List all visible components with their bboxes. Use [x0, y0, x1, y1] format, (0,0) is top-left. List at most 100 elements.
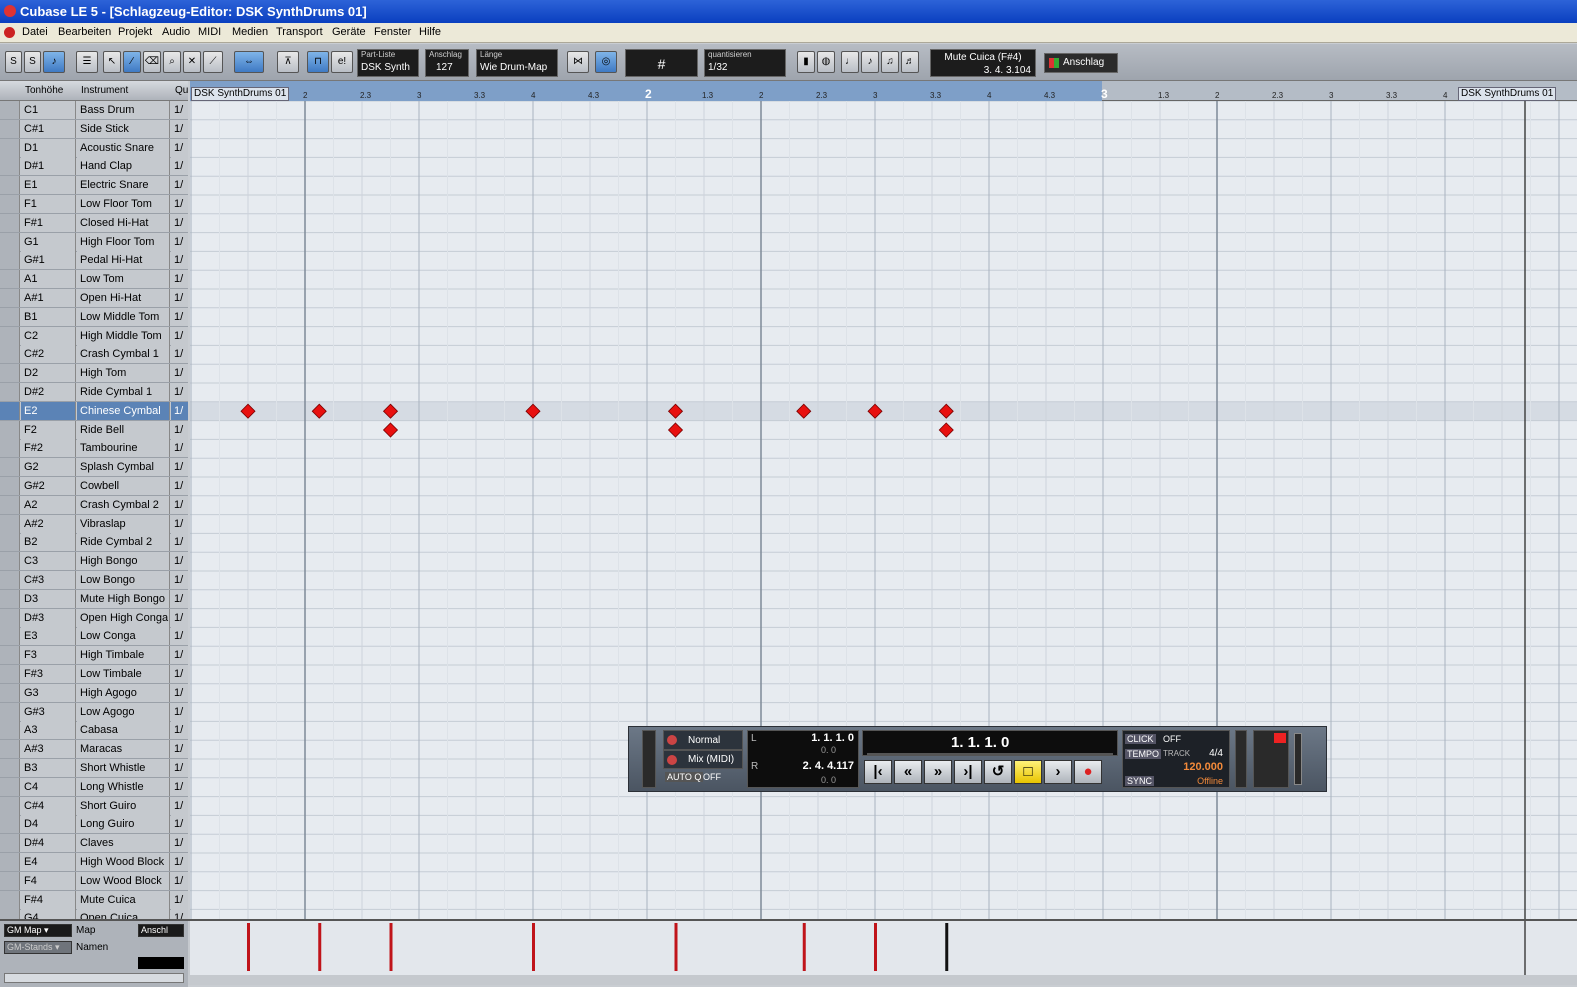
row-handle[interactable]: [0, 383, 20, 401]
document-menu-icon[interactable]: [4, 27, 15, 38]
snap-mode-icon[interactable]: ⋈: [567, 51, 589, 73]
drum-map-select[interactable]: GM Map ▾: [4, 924, 72, 937]
eraser-tool-icon[interactable]: ⌫: [143, 51, 161, 73]
row-handle[interactable]: [0, 101, 20, 119]
column-instrument-header[interactable]: Instrument: [81, 85, 128, 96]
row-handle[interactable]: [0, 533, 20, 552]
drum-row[interactable]: G#2 Cowbell 1/: [0, 477, 188, 496]
event-grid-canvas[interactable]: [190, 101, 1577, 919]
drum-row[interactable]: F#4 Mute Cuica 1/: [0, 890, 188, 910]
menu-datei[interactable]: Datei: [22, 26, 48, 38]
autoq-label[interactable]: AUTO Q: [665, 772, 704, 782]
quantize-cell[interactable]: 1/: [171, 477, 188, 495]
part-list-select[interactable]: Part-Liste DSK Synth: [357, 49, 419, 77]
row-handle[interactable]: [0, 420, 20, 439]
menu-geraete[interactable]: Geräte: [332, 26, 366, 38]
master-level-slider[interactable]: [1294, 733, 1302, 785]
record-pitch-icon[interactable]: ♩: [841, 51, 859, 73]
quantize-cell[interactable]: 1/: [171, 176, 188, 195]
quantize-cell[interactable]: 1/: [171, 890, 188, 909]
midi-input-icon[interactable]: ◍: [817, 51, 835, 73]
velocity-bar[interactable]: [389, 923, 393, 971]
drum-row[interactable]: C3 High Bongo 1/: [0, 552, 188, 572]
menu-midi[interactable]: MIDI: [198, 26, 221, 38]
drum-row[interactable]: G#3 Low Agogo 1/: [0, 702, 188, 722]
quantize-cell[interactable]: 1/: [171, 665, 188, 683]
drum-row[interactable]: B3 Short Whistle 1/: [0, 759, 188, 778]
drum-row[interactable]: D1 Acoustic Snare 1/: [0, 138, 188, 158]
drum-row[interactable]: G3 High Agogo 1/: [0, 683, 188, 703]
quantize-cell[interactable]: 1/: [171, 289, 188, 307]
velocity-bar[interactable]: [532, 923, 535, 971]
row-handle[interactable]: [0, 345, 20, 364]
drum-row[interactable]: C#1 Side Stick 1/: [0, 119, 188, 139]
row-handle[interactable]: [0, 477, 20, 495]
drum-row[interactable]: F#2 Tambourine 1/: [0, 439, 188, 459]
quantize-cell[interactable]: 1/: [171, 702, 188, 721]
quantize-cell[interactable]: 1/: [171, 871, 188, 890]
quantize-cell[interactable]: 1/: [171, 232, 188, 251]
drum-row[interactable]: F3 High Timbale 1/: [0, 646, 188, 666]
row-handle[interactable]: [0, 665, 20, 683]
quantize-cell[interactable]: 1/: [171, 101, 188, 119]
drum-row[interactable]: A#3 Maracas 1/: [0, 740, 188, 760]
velocity-bar[interactable]: [247, 923, 250, 971]
quantize-cell[interactable]: 1/: [171, 138, 188, 157]
drum-row[interactable]: E2 Chinese Cymbal 1/: [0, 401, 188, 421]
quantize-cell[interactable]: 1/: [171, 796, 188, 815]
row-handle[interactable]: [0, 251, 20, 270]
go-to-start-button[interactable]: |‹: [864, 760, 892, 784]
record-noteon-icon[interactable]: ♪: [861, 51, 879, 73]
drum-row[interactable]: G2 Splash Cymbal 1/: [0, 458, 188, 478]
quantize-cell[interactable]: 1/: [171, 157, 188, 176]
row-handle[interactable]: [0, 890, 20, 909]
drum-row[interactable]: C1 Bass Drum 1/: [0, 101, 188, 120]
quantize-cell[interactable]: 1/: [171, 834, 188, 853]
velocity-lane-canvas[interactable]: [104, 921, 1577, 975]
quantize-cell[interactable]: 1/: [171, 533, 188, 552]
quantize-cell[interactable]: 1/: [171, 495, 188, 514]
row-handle[interactable]: [0, 401, 20, 420]
menu-hilfe[interactable]: Hilfe: [419, 26, 441, 38]
drum-row[interactable]: D#4 Claves 1/: [0, 834, 188, 854]
position-slider[interactable]: [867, 753, 1113, 755]
velocity-bar[interactable]: [318, 923, 322, 971]
quantize-cell[interactable]: 1/: [171, 420, 188, 439]
drum-row[interactable]: F1 Low Floor Tom 1/: [0, 195, 188, 214]
drum-row[interactable]: E3 Low Conga 1/: [0, 627, 188, 647]
cycle-button[interactable]: ↺: [984, 760, 1012, 784]
drum-row[interactable]: F#1 Closed Hi-Hat 1/: [0, 213, 188, 233]
drum-row[interactable]: F4 Low Wood Block 1/: [0, 871, 188, 891]
drum-note[interactable]: [938, 422, 954, 438]
go-to-end-button[interactable]: ›|: [954, 760, 982, 784]
quantize-cell[interactable]: 1/: [171, 627, 188, 646]
row-handle[interactable]: [0, 195, 20, 213]
velocity-lane[interactable]: [104, 921, 1577, 975]
length-quantize-select[interactable]: Länge Wie Drum-Map: [476, 49, 558, 77]
menu-audio[interactable]: Audio: [162, 26, 190, 38]
row-handle[interactable]: [0, 213, 20, 232]
row-handle[interactable]: [0, 364, 20, 383]
row-handle[interactable]: [0, 138, 20, 157]
row-handle[interactable]: [0, 307, 20, 326]
row-handle[interactable]: [0, 270, 20, 289]
tempo-value[interactable]: 120.000: [1183, 761, 1223, 773]
tempo-label[interactable]: TEMPO: [1125, 749, 1162, 759]
drum-row[interactable]: A#2 Vibraslap 1/: [0, 514, 188, 534]
play-button[interactable]: ›: [1044, 760, 1072, 784]
record-button[interactable]: ●: [1074, 760, 1102, 784]
drum-row[interactable]: F2 Ride Bell 1/: [0, 420, 188, 440]
quantize-cell[interactable]: 1/: [171, 458, 188, 477]
quantize-cell[interactable]: 1/: [171, 759, 188, 777]
quantize-cell[interactable]: 1/: [171, 514, 188, 533]
row-handle[interactable]: [0, 815, 20, 834]
quantize-cell[interactable]: 1/: [171, 439, 188, 458]
autoscroll-icon[interactable]: ⇔: [234, 51, 264, 73]
cubase-app-icon[interactable]: [4, 5, 16, 17]
drum-row[interactable]: D#3 Open High Conga 1/: [0, 608, 188, 628]
drum-row[interactable]: B2 Ride Cymbal 2 1/: [0, 533, 188, 553]
listen-button[interactable]: S: [24, 51, 41, 73]
quantize-cell[interactable]: 1/: [171, 401, 188, 420]
quantize-cell[interactable]: 1/: [171, 364, 188, 383]
quantize-cell[interactable]: 1/: [171, 251, 188, 270]
